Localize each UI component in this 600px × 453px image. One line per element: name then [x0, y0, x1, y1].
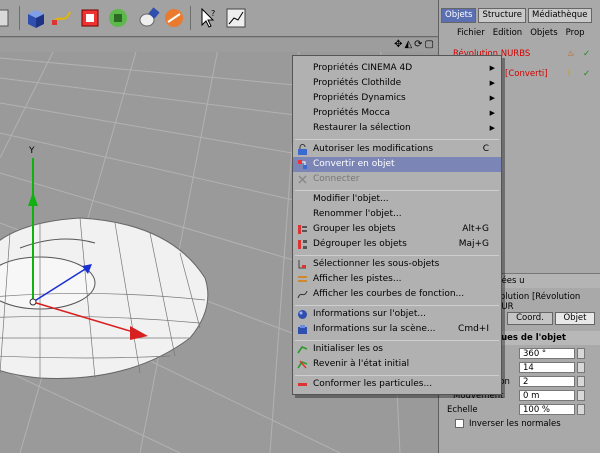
- menu-item-proprietes-mocca[interactable]: Propriétés Mocca ▶: [293, 106, 501, 121]
- object-info-icon: [298, 310, 307, 319]
- y-axis-label: Y: [29, 146, 35, 156]
- menu-prop[interactable]: Prop: [566, 26, 585, 40]
- tab-objet[interactable]: Objet: [555, 312, 595, 325]
- viewport-nav-icons: ✥ ◭ ⟳ ▢: [394, 39, 434, 50]
- menu-separator: [295, 190, 499, 191]
- main-toolbar: ?: [0, 0, 438, 37]
- subdivision-field[interactable]: 14: [519, 362, 575, 373]
- menu-separator: [295, 340, 499, 341]
- group-icon: [298, 225, 307, 234]
- tracks-icon: [298, 276, 307, 282]
- spline-tag-icon: ⌇: [567, 69, 572, 79]
- rotate-view-icon[interactable]: ⟳: [414, 39, 422, 50]
- menu-item-renommer-objet[interactable]: Renommer l'objet...: [293, 207, 501, 222]
- move-view-icon[interactable]: ✥: [394, 39, 402, 50]
- tab-structure[interactable]: Structure: [478, 8, 526, 23]
- convert-icon: [298, 160, 307, 169]
- field-label: Echelle: [447, 405, 478, 415]
- menu-item-autoriser-modifications[interactable]: Autoriser les modifications C: [293, 142, 501, 157]
- toolbar-separator: [190, 6, 191, 30]
- angle-field[interactable]: 360 °: [519, 348, 575, 359]
- echelle-stepper[interactable]: [577, 404, 585, 415]
- menu-item-afficher-pistes[interactable]: Afficher les pistes...: [293, 272, 501, 287]
- context-menu: Propriétés CINEMA 4D ▶ Propriétés Clothil…: [292, 55, 502, 395]
- lathe-tag-icon: ♨: [567, 49, 575, 59]
- inverser-normales-checkbox[interactable]: [455, 419, 464, 428]
- scene-info-icon: [298, 325, 307, 334]
- menu-item-informations-objet[interactable]: Informations sur l'objet...: [293, 307, 501, 322]
- unlock-icon: [298, 144, 307, 155]
- menu-item-convertir-en-objet[interactable]: Convertir en objet: [293, 157, 501, 172]
- field-row: Echelle 100 %: [439, 404, 600, 416]
- cube-icon[interactable]: [24, 6, 48, 30]
- array-green-icon[interactable]: [106, 6, 130, 30]
- enabled-check-icon[interactable]: ✓: [583, 46, 590, 62]
- menu-item-modifier-objet[interactable]: Modifier l'objet...: [293, 192, 501, 207]
- connect-icon: [298, 175, 307, 184]
- menu-item-grouper-objets[interactable]: Grouper les objets Alt+G: [293, 222, 501, 237]
- viewport-header: ✥ ◭ ⟳ ▢: [0, 38, 438, 52]
- particles-icon: [298, 383, 307, 386]
- checkbox-label: Inverser les normales: [469, 419, 561, 429]
- tab-objets[interactable]: Objets: [441, 8, 477, 23]
- maximize-view-icon[interactable]: ▢: [425, 39, 434, 50]
- mouvement-stepper[interactable]: [577, 390, 585, 401]
- angle-stepper[interactable]: [577, 348, 585, 359]
- menu-objets[interactable]: Objets: [530, 26, 557, 40]
- ungroup-icon: [298, 240, 307, 249]
- select-children-icon: [298, 260, 306, 269]
- mouvement-field[interactable]: 0 m: [519, 390, 575, 401]
- menu-item-conformer-particules[interactable]: Conformer les particules...: [293, 377, 501, 392]
- menu-separator: [295, 375, 499, 376]
- isoparm-field[interactable]: 2: [519, 376, 575, 387]
- zoom-view-icon[interactable]: ◭: [404, 39, 412, 50]
- isoparm-stepper[interactable]: [577, 376, 585, 387]
- light-icon[interactable]: [136, 6, 160, 30]
- menu-item-informations-scene[interactable]: Informations sur la scène... Cmd+I: [293, 322, 501, 337]
- menu-separator: [295, 139, 499, 140]
- enabled-check-icon[interactable]: ✓: [583, 66, 590, 82]
- menu-separator: [295, 255, 499, 256]
- menu-item-afficher-courbes[interactable]: Afficher les courbes de fonction...: [293, 287, 501, 302]
- subdivision-stepper[interactable]: [577, 362, 585, 373]
- object-manager-menubar: Fichier Edition Objets Prop: [439, 26, 600, 40]
- reset-bone-icon: [297, 360, 308, 369]
- menu-separator: [295, 305, 499, 306]
- toolbar-separator: [19, 6, 20, 30]
- tab-coord[interactable]: Coord.: [507, 312, 553, 325]
- nurbs-icon[interactable]: [78, 6, 102, 30]
- partial-tool-icon[interactable]: [0, 6, 18, 30]
- manager-tabs: Objets Structure Médiathèque: [441, 8, 592, 23]
- menu-item-degrouper-objets[interactable]: Dégrouper les objets Maj+G: [293, 237, 501, 252]
- field-row: Inverser les normales: [439, 418, 600, 430]
- tab-mediatheque[interactable]: Médiathèque: [528, 8, 592, 23]
- echelle-field[interactable]: 100 %: [519, 404, 575, 415]
- spline-pen-icon[interactable]: [50, 6, 74, 30]
- deformer-icon[interactable]: [162, 6, 186, 30]
- menu-fichier[interactable]: Fichier: [457, 26, 485, 40]
- menu-item-proprietes-dynamics[interactable]: Propriétés Dynamics ▶: [293, 91, 501, 106]
- object-name: [Converti]: [505, 69, 548, 79]
- menu-item-proprietes-cinema4d[interactable]: Propriétés CINEMA 4D ▶: [293, 61, 501, 76]
- pointer-icon[interactable]: ?: [196, 6, 220, 30]
- fcurve-icon: [297, 290, 308, 299]
- menu-item-revenir-etat-initial[interactable]: Revenir à l'état initial: [293, 357, 501, 372]
- menu-item-connecter: Connecter: [293, 172, 501, 187]
- svg-text:?: ?: [211, 9, 215, 18]
- menu-item-restaurer-selection[interactable]: Restaurer la sélection ▶: [293, 121, 501, 136]
- menu-edition[interactable]: Edition: [493, 26, 522, 40]
- function-graph-icon[interactable]: [224, 6, 248, 30]
- menu-item-selectionner-sous-objets[interactable]: Sélectionner les sous-objets: [293, 257, 501, 272]
- menu-item-proprietes-clothilde[interactable]: Propriétés Clothilde ▶: [293, 76, 501, 91]
- menu-item-initialiser-os[interactable]: Initialiser les os: [293, 342, 501, 357]
- bone-icon: [297, 346, 308, 354]
